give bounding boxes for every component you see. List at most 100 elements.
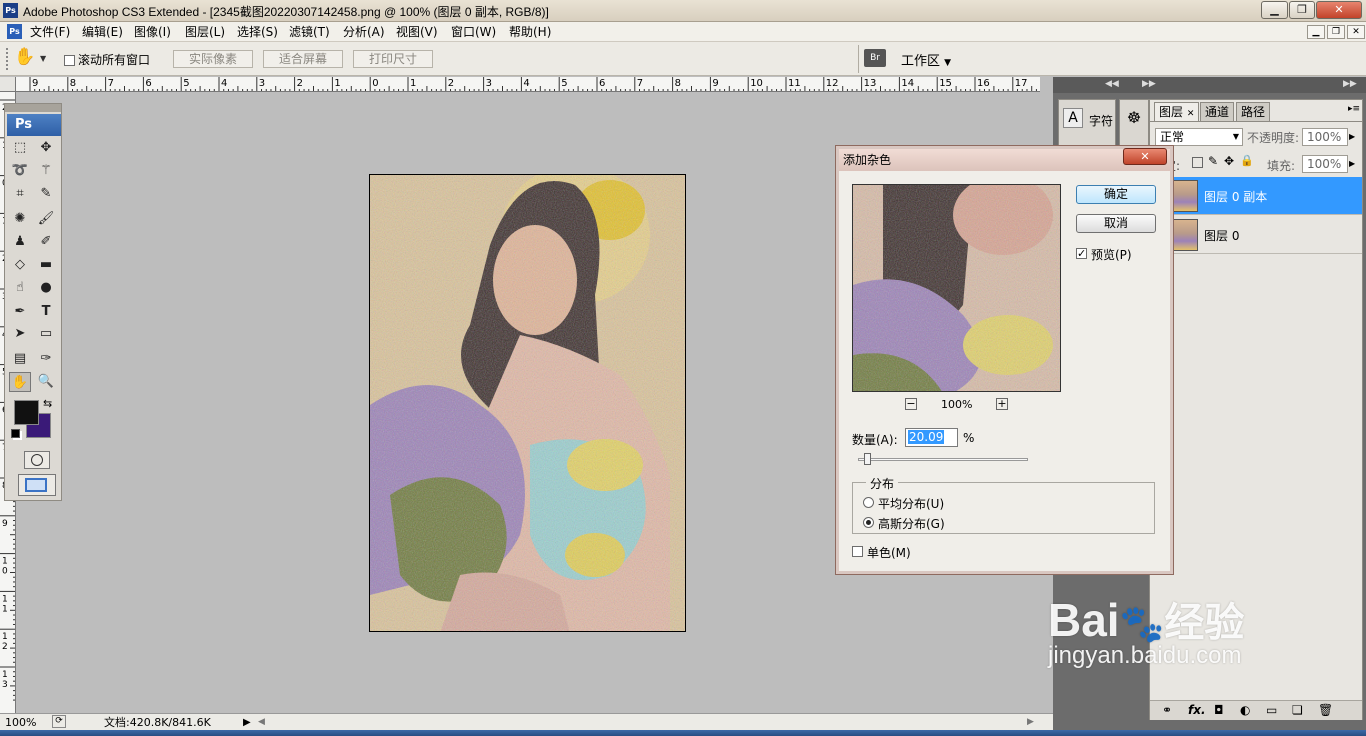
ruler-origin[interactable] xyxy=(0,77,16,92)
preview-checkbox[interactable]: ✓ xyxy=(1076,248,1087,259)
character-label[interactable]: 字符 xyxy=(1089,112,1113,129)
minimize-button[interactable]: ▁ xyxy=(1261,1,1288,19)
layer-row-copy[interactable]: 图层 0 副本 xyxy=(1150,177,1362,215)
amount-input[interactable]: 20.09 xyxy=(905,428,958,447)
print-size-button[interactable]: 打印尺寸 xyxy=(353,50,433,68)
healing-brush-tool-icon[interactable]: ✺ xyxy=(9,209,31,229)
doc-restore-button[interactable]: ❐ xyxy=(1327,25,1345,39)
lock-pixels-icon[interactable]: ✎ xyxy=(1208,154,1218,168)
swap-colors-icon[interactable]: ⇆ xyxy=(43,397,52,410)
menu-window[interactable]: 窗口(W) xyxy=(451,24,496,40)
lock-transparency-icon[interactable] xyxy=(1192,157,1203,168)
lasso-tool-icon[interactable]: ➰ xyxy=(9,161,31,181)
character-icon[interactable]: A xyxy=(1063,108,1083,128)
link-layers-icon[interactable]: ⚭ xyxy=(1162,701,1172,719)
uniform-radio[interactable] xyxy=(863,497,874,508)
doc-minimize-button[interactable]: ▁ xyxy=(1307,25,1325,39)
magic-wand-tool-icon[interactable]: ⚚ xyxy=(35,161,57,181)
menu-analysis[interactable]: 分析(A) xyxy=(343,24,385,40)
options-grip[interactable] xyxy=(6,48,10,70)
adjustment-layer-icon[interactable]: ◐ xyxy=(1240,701,1250,719)
layer-mask-icon[interactable]: ◘ xyxy=(1214,701,1224,719)
tools-panel-header[interactable] xyxy=(5,104,61,112)
quick-mask-button[interactable] xyxy=(24,451,50,469)
pen-tool-icon[interactable]: ✒ xyxy=(9,302,31,322)
bridge-icon[interactable]: Br xyxy=(864,49,886,67)
collapse-dock-icon[interactable]: ◀◀ xyxy=(1105,79,1119,89)
dialog-title-bar[interactable]: 添加杂色 xyxy=(839,149,1170,171)
amount-slider-track[interactable] xyxy=(858,458,1028,461)
scroll-left-icon[interactable]: ◀ xyxy=(258,715,265,730)
dodge-tool-icon[interactable]: ● xyxy=(35,278,57,298)
default-colors-icon[interactable] xyxy=(11,429,20,438)
eyedropper-tool-icon[interactable]: ✑ xyxy=(35,349,57,369)
close-window-button[interactable]: ✕ xyxy=(1316,1,1362,19)
actual-pixels-button[interactable]: 实际像素 xyxy=(173,50,253,68)
screen-mode-button[interactable] xyxy=(18,474,56,496)
opacity-input[interactable]: 100% xyxy=(1302,128,1348,146)
dialog-close-button[interactable]: ✕ xyxy=(1123,148,1167,165)
new-group-icon[interactable]: ▭ xyxy=(1266,701,1277,719)
status-preview-icon[interactable]: ⟳ xyxy=(52,715,66,728)
monochromatic-checkbox[interactable] xyxy=(852,546,863,557)
zoom-tool-icon[interactable]: 🔍 xyxy=(35,372,57,392)
maximize-button[interactable]: ❐ xyxy=(1289,1,1315,19)
tool-preset-dropdown[interactable]: ▼ xyxy=(40,54,46,63)
fit-screen-button[interactable]: 适合屏幕 xyxy=(263,50,343,68)
type-tool-icon[interactable]: T xyxy=(35,302,57,322)
layer-row-base[interactable]: 图层 0 xyxy=(1150,216,1362,254)
brush-tool-icon[interactable]: 🖌 xyxy=(35,209,57,229)
lock-all-icon[interactable]: 🔒 xyxy=(1240,154,1254,167)
menu-filter[interactable]: 滤镜(T) xyxy=(289,24,330,40)
panel-menu-icon[interactable]: ▸≡ xyxy=(1348,104,1360,114)
crop-tool-icon[interactable]: ⌗ xyxy=(9,184,31,204)
marquee-tool-icon[interactable]: ⬚ xyxy=(9,138,31,158)
fill-arrow-icon[interactable]: ▶ xyxy=(1349,155,1359,173)
lock-position-icon[interactable]: ✥ xyxy=(1224,154,1234,168)
path-selection-tool-icon[interactable]: ➤ xyxy=(9,324,31,344)
fill-input[interactable]: 100% xyxy=(1302,155,1348,173)
menu-view[interactable]: 视图(V) xyxy=(396,24,438,40)
foreground-color-swatch[interactable] xyxy=(14,400,39,425)
ok-button[interactable]: 确定 xyxy=(1076,185,1156,204)
workspace-menu[interactable]: 工作区 ▼ xyxy=(895,50,957,69)
new-layer-icon[interactable]: ❏ xyxy=(1292,701,1303,719)
zoom-in-button[interactable]: + xyxy=(996,398,1008,410)
expand-dock-icon[interactable]: ▶▶ xyxy=(1142,79,1156,89)
document-canvas-image[interactable] xyxy=(369,174,686,632)
menu-file[interactable]: 文件(F) xyxy=(30,24,70,40)
tab-paths[interactable]: 路径 xyxy=(1236,102,1271,121)
filter-preview[interactable] xyxy=(852,184,1061,392)
opacity-arrow-icon[interactable]: ▶ xyxy=(1349,128,1359,146)
menu-image[interactable]: 图像(I) xyxy=(134,24,171,40)
layer-style-icon[interactable]: fx. xyxy=(1188,701,1206,719)
zoom-out-button[interactable]: − xyxy=(905,398,917,410)
slice-tool-icon[interactable]: ✎ xyxy=(35,184,57,204)
move-tool-icon[interactable]: ✥ xyxy=(35,138,57,158)
gaussian-radio[interactable] xyxy=(863,517,874,528)
scroll-all-windows-checkbox[interactable] xyxy=(64,55,75,66)
menu-layer[interactable]: 图层(L) xyxy=(185,24,225,40)
tab-channels[interactable]: 通道 xyxy=(1200,102,1235,121)
rectangle-tool-icon[interactable]: ▭ xyxy=(35,324,57,344)
hand-tool-icon[interactable]: ✋ xyxy=(9,372,31,392)
notes-tool-icon[interactable]: ▤ xyxy=(9,349,31,369)
expand-panels-icon[interactable]: ▶▶ xyxy=(1343,79,1357,89)
doc-close-button[interactable]: ✕ xyxy=(1347,25,1365,39)
cancel-button[interactable]: 取消 xyxy=(1076,214,1156,233)
history-brush-tool-icon[interactable]: ✐ xyxy=(35,232,57,252)
scroll-right-icon[interactable]: ▶ xyxy=(1027,715,1034,730)
status-menu-arrow-icon[interactable]: ▶ xyxy=(243,715,251,730)
menu-edit[interactable]: 编辑(E) xyxy=(82,24,123,40)
clone-stamp-tool-icon[interactable]: ♟ xyxy=(9,232,31,252)
tab-layers[interactable]: 图层 ✕ xyxy=(1154,102,1200,121)
hand-tool-icon[interactable]: ✋ xyxy=(14,47,35,67)
delete-layer-icon[interactable]: 🗑 xyxy=(1318,701,1333,719)
gradient-tool-icon[interactable]: ▬ xyxy=(35,255,57,275)
blur-tool-icon[interactable]: ☝ xyxy=(9,278,31,298)
navigator-icon[interactable]: ☸ xyxy=(1123,108,1145,130)
menu-help[interactable]: 帮助(H) xyxy=(509,24,551,40)
close-tab-icon[interactable]: ✕ xyxy=(1187,109,1195,119)
blend-mode-select[interactable]: 正常 ▼ xyxy=(1155,128,1243,146)
eraser-tool-icon[interactable]: ◇ xyxy=(9,255,31,275)
